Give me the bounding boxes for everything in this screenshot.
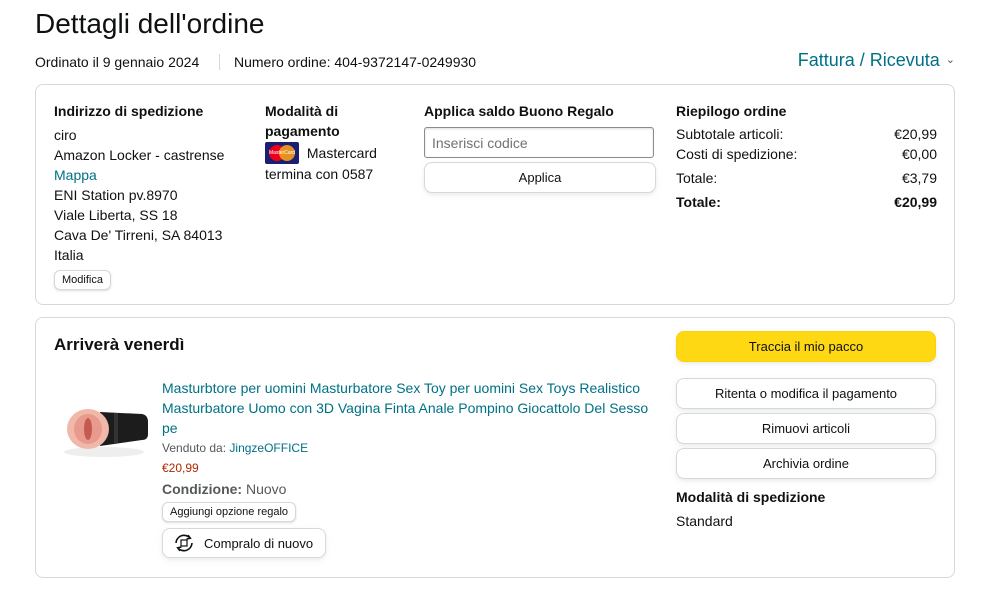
invoice-dropdown[interactable]: Fattura / Ricevuta ⌄ — [798, 49, 955, 71]
add-gift-option-button[interactable]: Aggiungi opzione regalo — [162, 502, 297, 522]
sold-by: Venduto da: JingzeOFFICE — [162, 441, 309, 455]
seller-link[interactable]: JingzeOFFICE — [229, 441, 308, 455]
remove-items-button[interactable]: Rimuovi articoli — [676, 413, 936, 444]
apply-gift-button[interactable]: Applica — [424, 162, 656, 193]
shipping-method-value: Standard — [676, 513, 733, 529]
summary-row: Costi di spedizione: €0,00 — [676, 146, 937, 162]
city-address: Cava De' Tirreni, SA 84013 — [54, 227, 223, 243]
gift-card-heading: Applica saldo Buono Regalo — [424, 103, 614, 119]
card-ending: termina con 0587 — [265, 166, 374, 183]
gift-card-section: Applica saldo Buono Regalo Applica — [424, 101, 656, 193]
edit-address-button[interactable]: Modifica — [54, 270, 111, 290]
locker-name: Amazon Locker - castrense — [54, 147, 225, 163]
payment-section: Modalità di pagamento MasterCard Masterc… — [265, 101, 395, 184]
buy-again-icon — [171, 532, 197, 554]
track-package-button[interactable]: Traccia il mio pacco — [676, 331, 936, 362]
product-details: Masturbtore per uomini Masturbatore Sex … — [162, 378, 654, 558]
shipment-box: Arriverà venerdì Masturbtore per uomini … — [35, 317, 955, 578]
shipping-method-heading: Modalità di spedizione — [676, 489, 826, 505]
station-name: ENI Station pv.8970 — [54, 187, 178, 203]
gift-code-input[interactable] — [424, 127, 654, 158]
product-image[interactable] — [60, 400, 150, 460]
page-title: Dettagli dell'ordine — [35, 8, 265, 39]
card-name: Mastercard — [306, 145, 377, 162]
chevron-down-icon: ⌄ — [945, 54, 955, 66]
delivery-heading: Arriverà venerdì — [54, 335, 185, 354]
product-title-link[interactable]: Masturbtore per uomini Masturbatore Sex … — [162, 378, 654, 438]
mastercard-icon: MasterCard — [265, 142, 299, 165]
street-address: Viale Liberta, SS 18 — [54, 207, 178, 223]
order-summary-section: Riepilogo ordine Subtotale articoli: €20,… — [676, 101, 937, 212]
order-date: Ordinato il 9 gennaio 2024 — [35, 54, 200, 70]
shipping-heading: Indirizzo di spedizione — [54, 103, 204, 119]
invoice-label: Fattura / Ricevuta — [797, 50, 940, 70]
country: Italia — [54, 247, 84, 263]
recipient-name: ciro — [54, 127, 77, 143]
buy-again-button[interactable]: Compralo di nuovo — [162, 528, 326, 558]
shipping-address-section: Indirizzo di spedizione ciro Amazon Lock… — [54, 101, 244, 290]
summary-heading: Riepilogo ordine — [676, 103, 787, 119]
summary-total-row: Totale: €20,99 — [676, 194, 937, 210]
payment-heading: Modalità di pagamento — [265, 103, 340, 139]
archive-order-button[interactable]: Archivia ordine — [676, 448, 936, 479]
retry-payment-button[interactable]: Ritenta o modifica il pagamento — [676, 378, 936, 409]
buy-again-label: Compralo di nuovo — [204, 535, 314, 551]
order-number: Numero ordine: 404-9372147-0249930 — [234, 54, 477, 70]
meta-divider — [219, 54, 220, 70]
product-price: €20,99 — [162, 461, 199, 475]
product-condition: Condizione: Nuovo — [162, 481, 287, 497]
map-link[interactable]: Mappa — [54, 165, 244, 185]
summary-row: Subtotale articoli: €20,99 — [676, 126, 937, 142]
summary-row: Totale: €3,79 — [676, 170, 937, 186]
order-info-box: Indirizzo di spedizione ciro Amazon Lock… — [35, 84, 955, 305]
